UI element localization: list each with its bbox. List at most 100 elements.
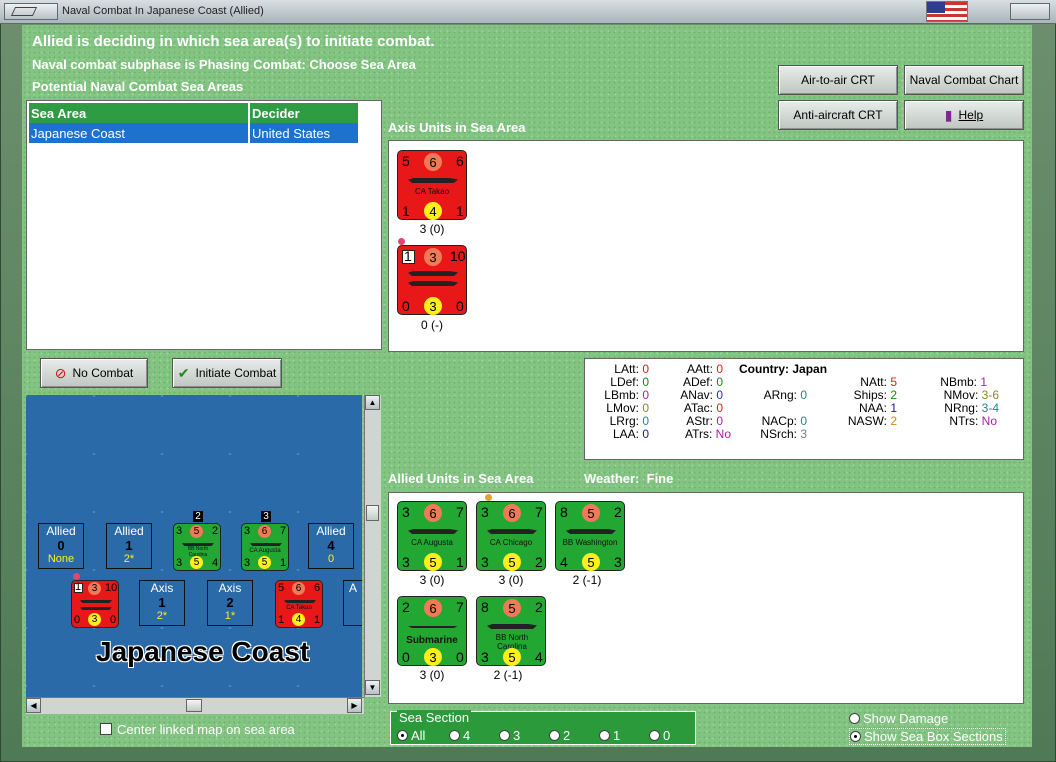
stat-atac: ATac: 0 [683,401,723,415]
radio-selected-icon [850,731,861,742]
radio-selected-icon [397,730,408,741]
help-label: Help [958,108,984,122]
stats-grid: LAtt: 0 LDef: 0 LBmb: 0 LMov: 0 LRrg: 0 … [585,359,1025,459]
unit-gun-value: 5 [503,599,521,617]
map-unit-axis-carrier[interactable]: 1 3 10 0 3 0 [71,580,119,628]
allied-unit-ca-chicago[interactable]: 3 6 7 CA Chicago 3 5 2 [476,501,546,571]
box-side-label: Axis [218,581,242,595]
unit-defense-value: 5 [258,556,271,569]
show-damage-option[interactable]: Show Damage [849,711,948,726]
unit-gun-value: 5 [190,525,203,538]
unit-name: Submarine [406,635,458,646]
table-row[interactable]: Japanese Coast United States [29,123,360,143]
vertical-scroll-thumb[interactable] [366,505,379,521]
allied-unit-ca-augusta[interactable]: 3 6 7 CA Augusta 3 5 1 [397,501,467,571]
naval-combat-chart-label: Naval Combat Chart [909,73,1019,87]
sea-section-option-1[interactable]: 1 [599,728,620,743]
sea-section-option-0[interactable]: 0 [649,728,670,743]
sea-section-option-4[interactable]: 4 [449,728,470,743]
unit-speed-value: 2 [535,554,543,570]
axis-units-label: Axis Units in Sea Area [388,120,526,135]
stat-nsrch: NSrch: 3 [760,427,807,441]
sea-section-option-3[interactable]: 3 [499,728,520,743]
cell-decider[interactable]: United States [249,123,360,143]
stack-marker-icon [485,494,492,501]
unit-name: CA Chicago [489,538,533,547]
unit-defense-value: 3 [424,297,442,315]
country-value: Japan [792,362,828,376]
map-box-allied-4[interactable]: Allied 4 0 [308,523,354,569]
allied-unit-submarine[interactable]: 2 6 7 Submarine 0 3 0 [397,596,467,666]
map-vertical-scrollbar[interactable]: ▲ ▼ [364,395,381,697]
axis-unit-ca-takao[interactable]: 5 6 6 CA Takao 1 4 1 [397,150,467,220]
box-sub-value: 2* [123,553,135,565]
map-box-allied-0[interactable]: Allied 0 None [38,523,84,569]
checkmark-icon: ✔ [177,364,190,381]
map-unit-bb-north-carolina[interactable]: 3 5 2 BB North Carolina 3 5 4 [173,523,221,571]
scroll-down-arrow-icon[interactable]: ▼ [365,680,380,695]
sea-section-option-2[interactable]: 2 [549,728,570,743]
unit-gun-value: 6 [424,599,442,617]
column-header-decider[interactable]: Decider [249,103,360,123]
system-menu-button[interactable] [4,3,58,20]
window-icon [10,7,38,16]
allied-unit-bb-washington[interactable]: 8 5 2 BB Washington 4 5 3 [555,501,625,571]
unit-caption: 3 (0) [419,668,445,682]
box-sub-value: None [47,553,75,565]
cell-sea-area[interactable]: Japanese Coast [29,123,250,143]
scroll-up-arrow-icon[interactable]: ▲ [365,395,380,410]
axis-unit-carrier[interactable]: 1 3 10 0 3 0 [397,245,467,315]
box-side-label: Allied [316,524,346,538]
unit-attack-value: 3 [176,525,183,537]
stat-ntrs: NTrs: No [949,414,997,428]
sea-section-option-all[interactable]: All [397,728,425,743]
weather-field: Weather: Fine [584,471,674,486]
scroll-left-arrow-icon[interactable]: ◀ [26,698,41,713]
stack-marker-icon [73,573,80,580]
battleship-silhouette-icon [487,621,537,629]
column-header-sea-area[interactable]: Sea Area [29,103,250,123]
unit-aa-value: 4 [560,554,568,570]
unit-defense-value: 5 [190,556,203,569]
radio-icon [549,730,560,741]
box-number: 1 [125,538,133,553]
unit-caption: 0 (-) [421,318,443,332]
map-box-axis-partial[interactable]: A [343,580,362,626]
stat-lmov: LMov: 0 [606,401,649,415]
scroll-right-arrow-icon[interactable]: ▶ [347,698,362,713]
map-horizontal-scrollbar[interactable]: ◀ ▶ [26,697,364,714]
box-number: 0 [57,538,65,553]
show-sea-box-sections-option[interactable]: Show Sea Box Sections [849,728,1006,745]
center-map-checkbox[interactable] [100,723,112,735]
unit-speed-value: 0 [110,614,117,626]
anti-aircraft-crt-button[interactable]: Anti-aircraft CRT [778,100,898,130]
unit-gun-value: 5 [582,504,600,522]
initiate-combat-button[interactable]: ✔ Initiate Combat [172,358,282,388]
unit-defense-value: 5 [582,553,600,571]
window-control-button[interactable] [1010,3,1050,20]
air-to-air-crt-button[interactable]: Air-to-air CRT [778,65,898,95]
map-box-allied-1[interactable]: Allied 1 2* [106,523,152,569]
map-unit-ca-augusta[interactable]: 3 6 7 CA Augusta 3 5 1 [241,523,289,571]
stat-laa: LAA: 0 [612,427,649,441]
no-combat-button[interactable]: ⊘ No Combat [40,358,148,388]
map-box-axis-2[interactable]: Axis 2 1* [207,580,253,626]
help-button[interactable]: ▮ Help [904,100,1024,130]
sea-area-list: Sea Area Decider Japanese Coast United S… [26,100,382,350]
map-unit-ca-takao[interactable]: 5 6 6 CA Takao 1 4 1 [275,580,323,628]
help-book-icon: ▮ [944,106,953,123]
unit-speed-value: 4 [535,649,543,665]
unit-caption: 3 (0) [419,573,445,587]
title-bar: Naval Combat In Japanese Coast (Allied) [0,0,1056,24]
stat-adef: ADef: 0 [682,375,723,389]
allied-unit-bb-north-carolina[interactable]: 8 5 2 BB North Carolina 3 5 4 [476,596,546,666]
submarine-silhouette-icon [408,623,458,628]
naval-combat-chart-button[interactable]: Naval Combat Chart [904,65,1024,95]
cruiser-silhouette-icon [408,175,458,183]
potential-areas-label: Potential Naval Combat Sea Areas [32,79,244,94]
map-box-axis-1[interactable]: Axis 1 2* [139,580,185,626]
unit-caption: 2 (-1) [572,573,602,587]
unit-gun-value: 6 [424,504,442,522]
stat-naa: NAA: 1 [858,401,897,415]
horizontal-scroll-thumb[interactable] [186,699,202,712]
